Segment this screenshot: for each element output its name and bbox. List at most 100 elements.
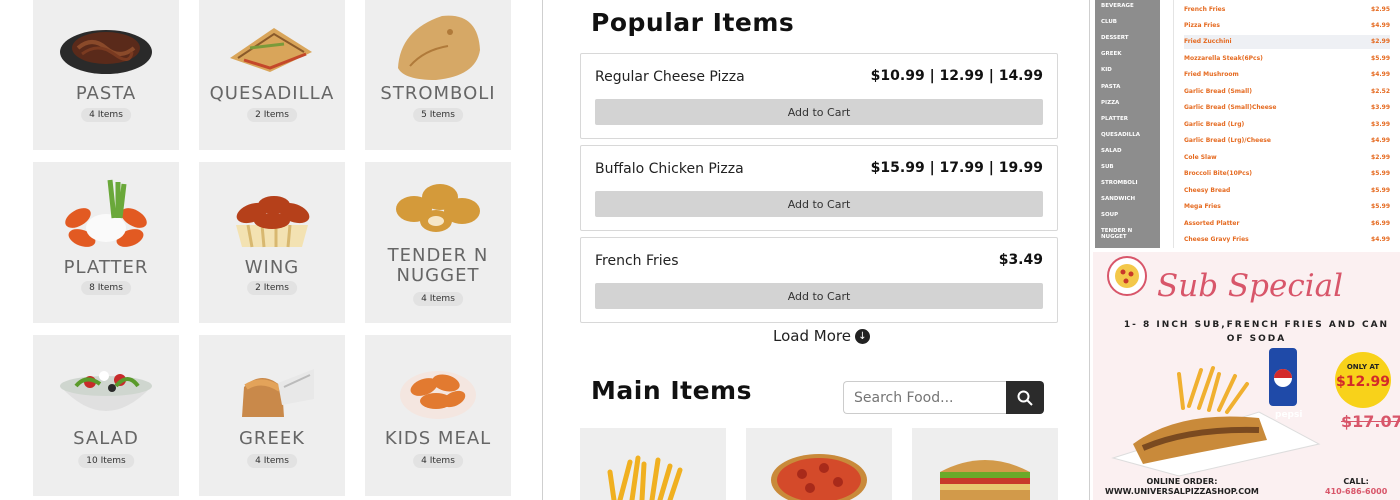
menu-category-link[interactable]: SANDWICH (1101, 196, 1135, 202)
category-name: KIDS MEAL (384, 428, 492, 449)
menu-item-name: Garlic Bread (Lrg) (1184, 121, 1245, 128)
menu-category-link[interactable]: PLATTER (1101, 116, 1128, 122)
item-name: French Fries (595, 253, 679, 269)
menu-category-link[interactable]: DESSERT (1101, 35, 1129, 41)
stromboli-image (365, 8, 511, 88)
menu-item-name: Garlic Bread (Small)Cheese (1184, 104, 1277, 111)
menu-item-name: Garlic Bread (Lrg)/Cheese (1184, 137, 1271, 144)
category-card-salad[interactable]: SALAD 10 Items (33, 335, 179, 496)
add-to-cart-button[interactable]: Add to Cart (595, 99, 1043, 125)
menu-item-row[interactable]: Mega Fries $5.99 (1184, 200, 1390, 214)
menu-item-name: French Fries (1184, 6, 1226, 13)
menu-item-row[interactable]: Garlic Bread (Lrg)/Cheese $4.99 (1184, 134, 1390, 148)
menu-item-price: $5.99 (1371, 55, 1390, 62)
menu-item-row[interactable]: French Fries $2.95 (1184, 3, 1390, 17)
online-order-url[interactable]: WWW.UNIVERSALPIZZASHOP.COM (1105, 487, 1259, 497)
menu-item-price: $2.99 (1371, 38, 1390, 45)
menu-item-row[interactable]: Garlic Bread (Small) $2.52 (1184, 85, 1390, 99)
category-count: 2 Items (247, 281, 297, 295)
search-icon (1017, 390, 1033, 406)
add-to-cart-button[interactable]: Add to Cart (595, 191, 1043, 217)
menu-category-link[interactable]: CLUB (1101, 19, 1117, 25)
category-name: GREEK (238, 428, 305, 449)
call-number[interactable]: 410-686-6000 (1325, 487, 1387, 497)
category-card-platter[interactable]: PLATTER 8 Items (33, 162, 179, 323)
menu-item-name: Pizza Fries (1184, 22, 1220, 29)
menu-item-price: $2.99 (1371, 154, 1390, 161)
category-card-tender-n-nugget[interactable]: TENDER N NUGGET 4 Items (365, 162, 511, 323)
category-count: 5 Items (413, 108, 463, 122)
menu-item-row[interactable]: Broccoli Bite(10Pcs) $5.99 (1184, 167, 1390, 181)
menu-item-row[interactable]: Garlic Bread (Lrg) $3.99 (1184, 118, 1390, 132)
old-price: $17.07 (1341, 412, 1400, 431)
category-count: 10 Items (78, 454, 134, 468)
menu-category-link[interactable]: STROMBOLI (1101, 180, 1138, 186)
menu-item-row[interactable]: Cheesy Bread $5.99 (1184, 184, 1390, 198)
menu-item-row[interactable]: Fried Zucchini $2.99 (1184, 35, 1390, 49)
main-item-card[interactable] (580, 428, 726, 500)
kids-meal-image (365, 351, 511, 431)
platter-image (33, 176, 179, 256)
category-card-stromboli[interactable]: STROMBOLI 5 Items (365, 0, 511, 150)
menu-item-name: Broccoli Bite(10Pcs) (1184, 170, 1253, 177)
load-more-button[interactable]: Load More ↓ (773, 327, 870, 345)
wing-image (199, 176, 345, 256)
menu-item-row[interactable]: Garlic Bread (Small)Cheese $3.99 (1184, 101, 1390, 115)
quesadilla-image (199, 8, 345, 88)
menu-item-price: $4.99 (1371, 71, 1390, 78)
menu-item-name: Mozzarella Steak(6Pcs) (1184, 55, 1263, 62)
sub-sandwich-image (940, 460, 1030, 500)
category-card-wing[interactable]: WING 2 Items (199, 162, 345, 323)
page-root: PASTA 4 Items QUESADILLA 2 Items STROMBO… (0, 0, 1400, 500)
menu-item-row[interactable]: Fried Mushroom $4.99 (1184, 68, 1390, 82)
menu-item-name: Garlic Bread (Small) (1184, 88, 1252, 95)
category-name: SALAD (73, 428, 139, 449)
menu-item-row[interactable]: Cheese Gravy Fries $4.99 (1184, 233, 1390, 247)
menu-category-link[interactable]: SOUP (1101, 212, 1118, 218)
column-divider (1089, 0, 1090, 500)
search-input[interactable] (843, 381, 1006, 414)
menu-category-link[interactable]: TENDER N NUGGET (1101, 228, 1135, 240)
category-count: 4 Items (247, 454, 297, 468)
category-name: TENDER N NUGGET (387, 245, 489, 286)
menu-category-link[interactable]: SUB (1101, 164, 1114, 170)
menu-category-link[interactable]: GREEK (1101, 51, 1122, 57)
sub-special-promo-banner[interactable]: Sub Special 1- 8 INCH SUB,FRENCH FRIES A… (1093, 252, 1400, 500)
menu-item-row[interactable]: Assorted Platter $6.99 (1184, 217, 1390, 231)
item-price: $3.49 (998, 252, 1043, 268)
add-to-cart-button[interactable]: Add to Cart (595, 283, 1043, 309)
menu-category-link[interactable]: PIZZA (1101, 100, 1119, 106)
popular-items-title: Popular Items (591, 8, 795, 37)
category-card-quesadilla[interactable]: QUESADILLA 2 Items (199, 0, 345, 150)
menu-category-link[interactable]: SALAD (1101, 148, 1122, 154)
call-info: CALL: 410-686-6000 (1325, 477, 1387, 497)
menu-category-link[interactable]: QUESADILLA (1101, 132, 1140, 138)
load-more-label: Load More (773, 327, 851, 345)
salad-image (33, 351, 179, 431)
search-button[interactable] (1006, 381, 1044, 414)
menu-item-row[interactable]: Mozzarella Steak(6Pcs) $5.99 (1184, 52, 1390, 66)
menu-category-link[interactable]: BEVERAGE (1101, 3, 1134, 9)
category-count: 2 Items (247, 108, 297, 122)
nugget-image (365, 172, 511, 242)
menu-item-name: Cheese Gravy Fries (1184, 236, 1249, 243)
badge-price: $12.99 (1335, 374, 1391, 390)
category-name: PASTA (75, 83, 137, 104)
menu-category-link[interactable]: KID (1101, 67, 1112, 73)
menu-category-link[interactable]: PASTA (1101, 84, 1120, 90)
category-card-kids-meal[interactable]: KIDS MEAL 4 Items (365, 335, 511, 496)
main-item-card[interactable] (746, 428, 892, 500)
item-price: $15.99 | 17.99 | 19.99 (870, 160, 1043, 176)
menu-item-price: $4.99 (1371, 236, 1390, 243)
menu-item-row[interactable]: Cole Slaw $2.99 (1184, 151, 1390, 165)
restaurant-logo (1107, 256, 1147, 296)
menu-item-price: $2.95 (1371, 6, 1390, 13)
menu-item-name: Fried Mushroom (1184, 71, 1239, 78)
menu-item-price: $2.52 (1371, 88, 1390, 95)
category-card-greek[interactable]: GREEK 4 Items (199, 335, 345, 496)
menu-item-row[interactable]: Pizza Fries $4.99 (1184, 19, 1390, 33)
category-card-pasta[interactable]: PASTA 4 Items (33, 0, 179, 150)
main-item-card[interactable] (912, 428, 1058, 500)
menu-item-price: $3.99 (1371, 104, 1390, 111)
arrow-down-circle-icon: ↓ (854, 328, 870, 344)
